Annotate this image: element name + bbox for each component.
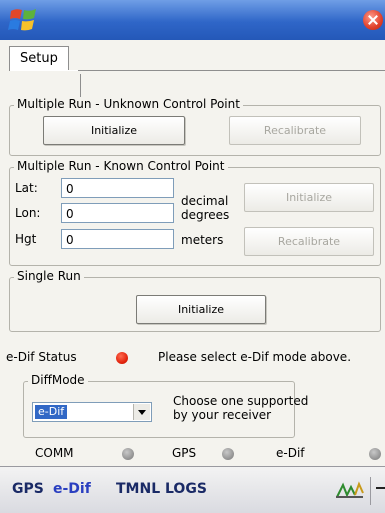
diffmode-hint-line1: Choose one supported xyxy=(173,394,309,408)
unknown-control-point-group: Multiple Run - Unknown Control Point Ini… xyxy=(9,97,381,156)
hgt-input[interactable]: 0 xyxy=(61,229,174,249)
known-control-point-title: Multiple Run - Known Control Point xyxy=(14,159,228,173)
diffmode-selected-value: e-Dif xyxy=(35,405,68,419)
single-run-title: Single Run xyxy=(14,269,84,283)
menu-tmnl[interactable]: TMNL xyxy=(116,481,160,497)
hgt-label: Hgt xyxy=(15,232,37,246)
diffmode-group: DiffMode e-Dif Choose one supported by y… xyxy=(23,373,308,438)
tab-setup-label: Setup xyxy=(20,51,58,66)
menu-arrow-icon[interactable] xyxy=(376,487,385,489)
comm-indicator xyxy=(122,448,134,460)
unknown-initialize-button[interactable]: Initialize xyxy=(43,116,185,145)
lat-input[interactable]: 0 xyxy=(61,178,174,198)
diffmode-select[interactable]: e-Dif xyxy=(32,402,152,422)
lon-label: Lon: xyxy=(15,206,41,220)
known-initialize-button[interactable]: Initialize xyxy=(244,183,374,212)
lat-label: Lat: xyxy=(15,181,38,195)
windows-start-icon[interactable] xyxy=(8,5,40,35)
diffmode-hint-line2: by your receiver xyxy=(173,408,272,422)
input-panel-icon[interactable] xyxy=(335,481,365,499)
lon-input[interactable]: 0 xyxy=(61,203,174,223)
unit-degrees-label: degrees xyxy=(181,208,230,222)
tab-setup[interactable]: Setup xyxy=(9,46,69,71)
menu-separator xyxy=(370,477,371,505)
known-recalibrate-button[interactable]: Recalibrate xyxy=(244,227,374,256)
unit-meters-label: meters xyxy=(181,233,224,247)
menu-bar: GPS e-Dif TMNL LOGS xyxy=(0,466,385,513)
chevron-down-icon[interactable] xyxy=(133,404,150,420)
edif-status-message: Please select e-Dif mode above. xyxy=(158,350,352,364)
known-control-point-group: Multiple Run - Known Control Point Lat: … xyxy=(9,159,381,266)
gps-indicator-label: GPS xyxy=(172,446,197,460)
gps-indicator xyxy=(222,448,234,460)
diffmode-title: DiffMode xyxy=(28,373,88,387)
close-icon[interactable] xyxy=(363,10,383,30)
edif-indicator-label: e-Dif xyxy=(276,446,305,460)
title-bar xyxy=(0,0,385,40)
app-window: Setup Multiple Run - Unknown Control Poi… xyxy=(0,0,385,513)
single-run-group: Single Run Initialize xyxy=(9,269,381,332)
single-initialize-button[interactable]: Initialize xyxy=(136,295,266,324)
menu-gps[interactable]: GPS xyxy=(12,481,44,497)
unknown-recalibrate-button[interactable]: Recalibrate xyxy=(229,116,361,145)
setup-panel: Setup Multiple Run - Unknown Control Poi… xyxy=(0,40,385,466)
edif-indicator xyxy=(369,448,381,460)
unit-decimal-label: decimal xyxy=(181,194,229,208)
edif-status-label: e-Dif Status xyxy=(6,350,77,364)
edif-status-indicator xyxy=(116,352,128,364)
menu-logs[interactable]: LOGS xyxy=(165,481,207,497)
menu-edif[interactable]: e-Dif xyxy=(53,481,91,497)
unknown-control-point-title: Multiple Run - Unknown Control Point xyxy=(14,97,243,111)
comm-indicator-label: COMM xyxy=(35,446,74,460)
